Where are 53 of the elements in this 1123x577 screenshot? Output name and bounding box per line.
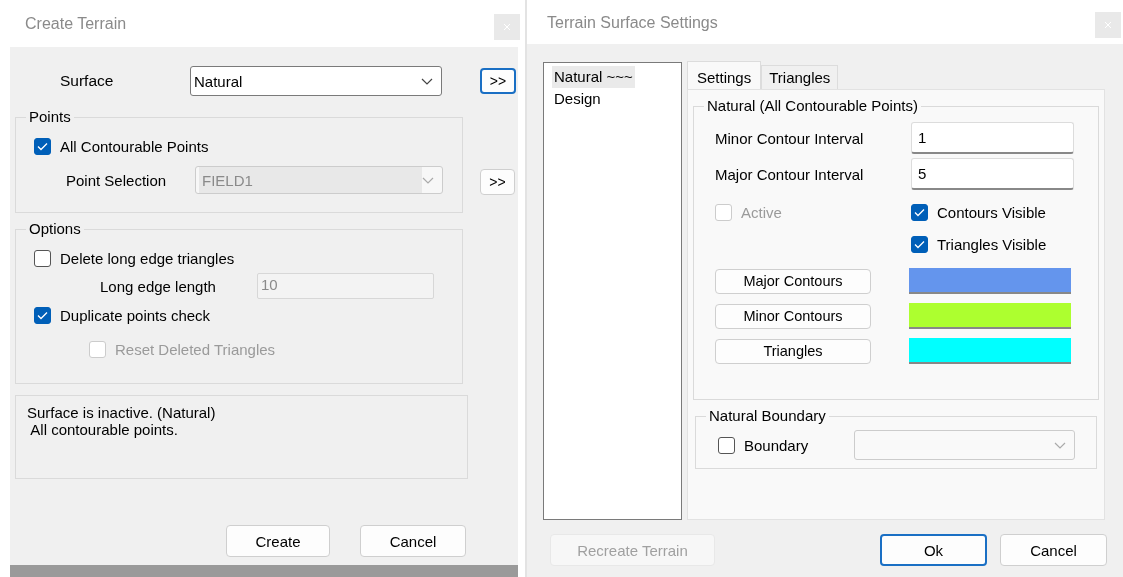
chevron-down-icon [422, 176, 434, 184]
checkmark-icon [914, 208, 925, 217]
expand-button[interactable]: >> [480, 169, 515, 195]
button[interactable]: Cancel [360, 525, 466, 557]
checkbox-label: Triangles Visible [937, 236, 1047, 253]
group-title: Options [26, 220, 84, 237]
color-button[interactable]: Minor Contours [715, 303, 871, 329]
checkbox-label: Active [741, 204, 782, 221]
field-label: Point Selection [65, 171, 168, 189]
color-button[interactable]: Triangles [715, 338, 871, 364]
input-field[interactable]: 1 [911, 122, 1074, 154]
checkbox-label: Delete long edge triangles [60, 250, 235, 267]
button[interactable]: Ok [880, 534, 987, 566]
checkbox[interactable] [718, 436, 735, 454]
group-title: Natural Boundary [706, 407, 829, 424]
color-swatch[interactable] [909, 268, 1071, 294]
button[interactable]: Cancel [1000, 534, 1107, 566]
dropdown[interactable]: Natural [190, 66, 442, 96]
group-title: Points [26, 108, 74, 125]
color-button[interactable]: Major Contours [715, 268, 871, 294]
checkbox-label: Reset Deleted Triangles [115, 341, 276, 358]
checkbox-label: All Contourable Points [60, 138, 209, 155]
field-label: Minor Contour Interval [715, 129, 865, 147]
status-text: Surface is inactive. (Natural) [27, 404, 217, 421]
checkbox-label: Duplicate points check [60, 307, 211, 324]
window-title: Terrain Surface Settings [547, 14, 718, 32]
checkbox-label: Boundary [744, 436, 809, 454]
button[interactable]: Create [226, 525, 330, 557]
checkmark-icon [37, 142, 48, 151]
checkmark-icon [914, 240, 925, 249]
status-text: All contourable points. [29, 421, 179, 438]
chevron-down-icon [1054, 441, 1066, 449]
tab[interactable]: Triangles [761, 65, 839, 89]
list-item[interactable]: Design [552, 88, 603, 110]
field-label: Long edge length [99, 277, 217, 295]
checkbox[interactable] [34, 138, 51, 155]
chevron-down-icon [421, 77, 433, 85]
checkbox[interactable] [911, 204, 928, 221]
tab[interactable]: Settings [687, 61, 762, 89]
checkmark-icon [37, 311, 48, 320]
window-title: Create Terrain [25, 15, 127, 33]
checkbox[interactable] [34, 307, 51, 324]
input-field[interactable]: 5 [911, 158, 1074, 190]
group-title: Natural (All Contourable Points) [704, 97, 921, 114]
color-swatch[interactable] [909, 303, 1071, 329]
checkbox[interactable] [911, 236, 928, 253]
expand-button[interactable]: >> [480, 68, 516, 94]
field-label: Major Contour Interval [715, 165, 865, 183]
field-label: Surface [59, 72, 115, 90]
checkbox[interactable] [34, 250, 51, 267]
checkbox-label: Contours Visible [937, 204, 1046, 221]
list-item[interactable]: Natural ~~~ [552, 66, 635, 88]
color-swatch[interactable] [909, 338, 1071, 364]
